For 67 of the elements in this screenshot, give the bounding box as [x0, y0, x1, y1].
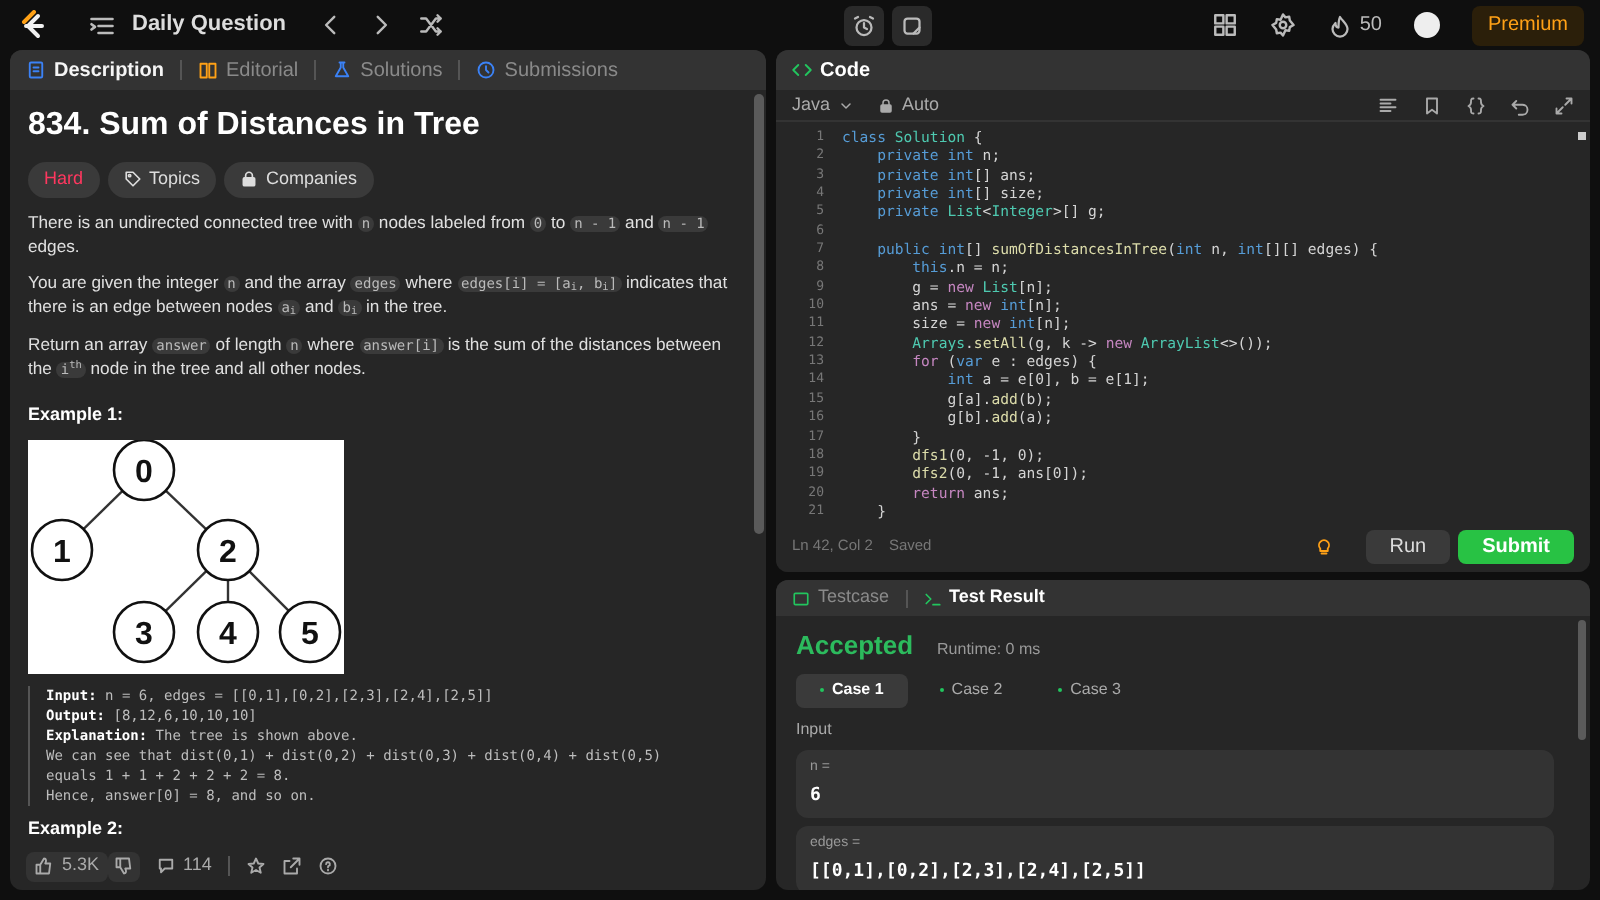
difficulty-badge: Hard	[28, 162, 100, 197]
case-tab[interactable]: Case 1	[796, 673, 908, 707]
dislike-button[interactable]	[107, 851, 140, 881]
premium-button[interactable]: Premium	[1471, 5, 1584, 45]
tab[interactable]: Description	[26, 55, 165, 85]
alarm-button[interactable]	[843, 5, 884, 45]
logo-icon[interactable]	[16, 9, 48, 41]
star-icon[interactable]	[245, 856, 266, 876]
verdict-label: Accepted	[796, 628, 914, 664]
thumbs-up-icon	[34, 856, 54, 876]
avatar[interactable]	[1413, 12, 1440, 38]
layout-icon[interactable]	[1211, 12, 1238, 38]
lock-icon	[240, 170, 259, 189]
comment-icon	[155, 856, 176, 876]
lock-icon	[878, 97, 895, 113]
tag-button[interactable]: Topics	[107, 162, 217, 197]
chevron-down-icon	[838, 97, 855, 113]
scrollbar-thumb[interactable]	[1578, 620, 1586, 740]
comments-button[interactable]: 114	[155, 852, 212, 880]
code-icon	[792, 60, 812, 80]
alarm-icon	[851, 13, 876, 37]
thumbs-down-icon	[113, 856, 134, 876]
tag-icon	[123, 170, 142, 189]
undo-icon[interactable]	[1510, 95, 1530, 115]
flame-icon[interactable]	[1327, 13, 1352, 37]
section-label: Input	[796, 717, 834, 741]
panel-title: Code	[792, 55, 870, 85]
streak-count: 50	[1359, 12, 1382, 40]
runtime-label: Runtime: 0 ms	[937, 638, 1041, 662]
tree-diagram-drawing: 0 1 2 3 4 5	[28, 440, 344, 674]
checkbox-icon	[792, 589, 810, 607]
case-tab[interactable]: Case 2	[915, 673, 1027, 707]
shuffle-icon[interactable]	[418, 12, 445, 38]
tag-button[interactable]: Companies	[224, 162, 374, 197]
scrollbar-thumb[interactable]	[1578, 132, 1586, 140]
input-value: [[0,1],[0,2],[2,3],[2,4],[2,5]]	[810, 860, 1148, 886]
example-heading: Example 1:	[28, 401, 126, 428]
tab[interactable]: Testcase	[792, 584, 890, 612]
example-heading: Example 2:	[28, 816, 126, 842]
settings-icon[interactable]	[1269, 12, 1296, 38]
clock-icon	[476, 60, 497, 80]
input-value: 6	[810, 784, 823, 810]
case-tab[interactable]: Case 3	[1034, 673, 1146, 707]
notes-button[interactable]	[891, 5, 932, 45]
tab[interactable]: Test Result	[923, 584, 1045, 612]
bookmark-icon[interactable]	[1422, 95, 1442, 115]
book-icon	[198, 60, 219, 80]
note-icon	[899, 13, 924, 37]
expand-icon[interactable]	[1554, 95, 1574, 115]
tab[interactable]: Submissions	[476, 55, 618, 85]
scrollbar-thumb[interactable]	[753, 94, 763, 534]
share-icon[interactable]	[281, 856, 302, 876]
help-icon[interactable]	[317, 856, 338, 876]
like-button[interactable]: 5.3K	[26, 851, 108, 881]
tab[interactable]: Editorial	[198, 55, 299, 85]
problem-title: 834. Sum of Distances in Tree	[28, 106, 482, 146]
document-icon	[26, 60, 46, 80]
daily-question-link[interactable]: Daily Question	[132, 8, 287, 42]
format-icon[interactable]	[1378, 95, 1398, 115]
language-dropdown[interactable]: Java	[792, 91, 855, 119]
terminal-icon	[923, 589, 942, 607]
mode-label: Auto	[878, 91, 940, 119]
run-button[interactable]: Run	[1365, 529, 1451, 563]
flask-icon	[332, 60, 353, 80]
tab[interactable]: Solutions	[332, 55, 443, 85]
braces-icon[interactable]	[1466, 95, 1486, 115]
lightbulb-icon[interactable]	[1313, 536, 1334, 556]
